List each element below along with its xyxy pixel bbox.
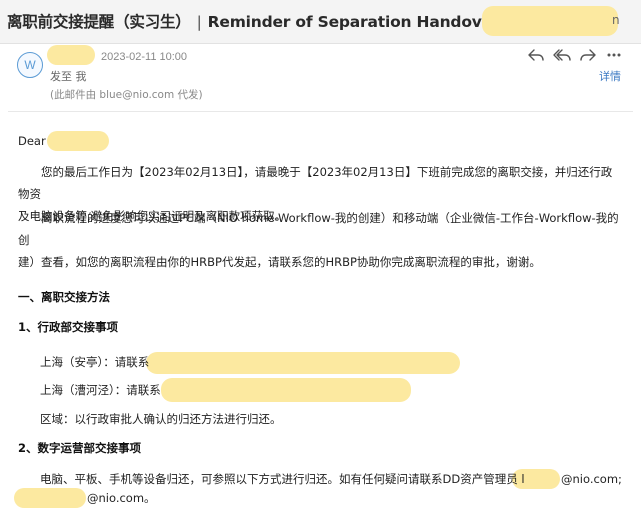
recipient-line: 发至 我 — [50, 70, 87, 83]
sent-date: 2023-02-11 10:00 — [101, 51, 188, 63]
subject-separator: | — [196, 13, 202, 31]
forward-icon[interactable] — [579, 46, 597, 64]
sender-avatar[interactable]: W — [17, 52, 43, 78]
redacted-sender-highlight — [482, 6, 618, 36]
subject-english: Reminder of Separation Handover — [207, 13, 500, 31]
reply-all-icon[interactable] — [553, 46, 571, 64]
sent-on-behalf-note: (此邮件由 blue@nio.com 代发) — [50, 89, 203, 101]
redacted-anting-contact — [146, 352, 460, 374]
paragraph-last-day-line1: 您的最后工作日为【2023年02月13日】，请最晚于【2023年02月13日】下… — [18, 165, 613, 201]
shanghai-caohejing-contact: 上海（漕河泾）：请联系 — [40, 383, 161, 397]
paragraph-workflow-line2: 建）查看，如您的离职流程由你的HRBP代发起，请联系您的HRBP协助你完成离职流… — [18, 255, 541, 269]
email-subject: 离职前交接提醒（实习生） | Reminder of Separation Hand… — [7, 10, 500, 32]
section-heading-handover-method: 一、离职交接方法 — [18, 290, 110, 304]
subheading-digital-ops-handover: 2、数字运营部交接事项 — [18, 441, 142, 455]
shanghai-anting-contact: 上海（安亭）：请联系 — [40, 355, 150, 369]
subject-chinese: 离职前交接提醒（实习生） — [7, 13, 191, 31]
redacted-recipient-name — [47, 131, 109, 151]
greeting: Dear — [18, 134, 46, 148]
email-subject-bar: 离职前交接提醒（实习生） | Reminder of Separation Hand… — [0, 0, 641, 44]
device-return-email-suffix: @nio.com; — [561, 472, 622, 486]
redacted-caohejing-contact — [161, 378, 411, 402]
details-link[interactable]: 详情 — [599, 68, 621, 84]
title-suffix: n — [612, 13, 620, 27]
email-action-toolbar — [527, 46, 627, 66]
more-icon[interactable] — [605, 46, 623, 64]
subheading-admin-handover: 1、行政部交接事项 — [18, 320, 119, 334]
header-divider — [8, 111, 633, 112]
redacted-asset-admin-2 — [14, 488, 86, 508]
paragraph-workflow-line1: 离职流程的进度您可以通过PC端（NIO home-Workflow-我的创建）和… — [18, 211, 619, 247]
paragraph-workflow: 离职流程的进度您可以通过PC端（NIO home-Workflow-我的创建）和… — [18, 207, 622, 273]
device-return-line2-suffix: @nio.com。 — [87, 491, 156, 505]
redacted-sender-name — [47, 45, 95, 65]
region-return-note: 区域：以行政审批人确认的归还方法进行归还。 — [40, 412, 282, 426]
reply-icon[interactable] — [527, 46, 545, 64]
